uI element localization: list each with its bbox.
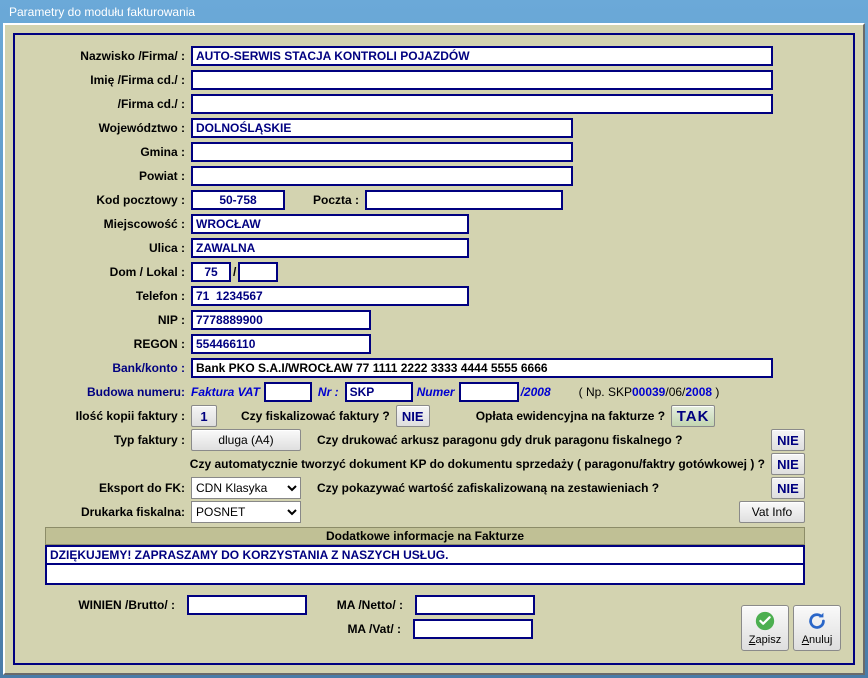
- zapisz-label: Zapisz: [749, 634, 781, 646]
- label-nip: NIP :: [45, 313, 191, 327]
- form-panel: Nazwisko /Firma/ : Imię /Firma cd./ : /F…: [13, 33, 855, 665]
- telefon-input[interactable]: [191, 286, 469, 306]
- dom-input[interactable]: [191, 262, 231, 282]
- miejsc-input[interactable]: [191, 214, 469, 234]
- numer-input[interactable]: [459, 382, 519, 402]
- label-firma-cd: /Firma cd./ :: [45, 97, 191, 111]
- label-telefon: Telefon :: [45, 289, 191, 303]
- label-typ: Typ faktury :: [45, 433, 191, 447]
- label-powiat: Powiat :: [45, 169, 191, 183]
- zapisz-button[interactable]: Zapisz: [741, 605, 789, 651]
- label-manetto: MA /Netto/ :: [313, 598, 409, 612]
- label-slash: /: [231, 265, 238, 279]
- note2-input[interactable]: [45, 565, 805, 585]
- manetto-input[interactable]: [415, 595, 535, 615]
- bank-input[interactable]: [191, 358, 773, 378]
- label-regon: REGON :: [45, 337, 191, 351]
- label-numer: Numer: [413, 385, 459, 399]
- label-mavat: MA /Vat/ :: [311, 622, 407, 636]
- anuluj-button[interactable]: Anuluj: [793, 605, 841, 651]
- paragon-toggle[interactable]: NIE: [771, 429, 805, 451]
- imie-input[interactable]: [191, 70, 773, 90]
- nazwisko-input[interactable]: [191, 46, 773, 66]
- kod-input[interactable]: [191, 190, 285, 210]
- wojewodztwo-input[interactable]: [191, 118, 573, 138]
- typ-faktury-button[interactable]: dluga (A4): [191, 429, 301, 451]
- label-oplata-q: Opłata ewidencyjna na fakturze ?: [470, 409, 671, 423]
- note1-input[interactable]: [45, 545, 805, 565]
- app-window: Parametry do modułu fakturowania Nazwisk…: [0, 0, 868, 678]
- label-nazwisko: Nazwisko /Firma/ :: [45, 49, 191, 63]
- label-kp-q: Czy automatycznie tworzyć dokument KP do…: [45, 457, 771, 471]
- window-title: Parametry do modułu fakturowania: [3, 3, 865, 23]
- label-poczta: Poczta :: [285, 193, 365, 207]
- budowa-prefix-input[interactable]: [264, 382, 312, 402]
- kp-toggle[interactable]: NIE: [771, 453, 805, 475]
- label-bank: Bank/konto :: [45, 361, 191, 375]
- label-rok: /2008: [519, 385, 551, 399]
- label-wojewodztwo: Województwo :: [45, 121, 191, 135]
- label-zestaw-q: Czy pokazywać wartość zafiskalizowaną na…: [311, 481, 771, 495]
- firma-cd-input[interactable]: [191, 94, 773, 114]
- regon-input[interactable]: [191, 334, 371, 354]
- label-miejsc: Miejscowość :: [45, 217, 191, 231]
- dodatkowe-header: Dodatkowe informacje na Fakturze: [45, 527, 805, 545]
- fiskal-toggle[interactable]: NIE: [396, 405, 430, 427]
- lokal-input[interactable]: [238, 262, 278, 282]
- eksport-fk-select[interactable]: CDN Klasyka: [191, 477, 301, 499]
- label-nr: Nr :: [312, 385, 345, 399]
- oplata-toggle[interactable]: TAK: [671, 405, 715, 427]
- label-gmina: Gmina :: [45, 145, 191, 159]
- winien-input[interactable]: [187, 595, 307, 615]
- zestaw-toggle[interactable]: NIE: [771, 477, 805, 499]
- label-imie: Imię /Firma cd./ :: [45, 73, 191, 87]
- powiat-input[interactable]: [191, 166, 573, 186]
- label-faktura-vat: Faktura VAT: [191, 385, 264, 399]
- label-ulica: Ulica :: [45, 241, 191, 255]
- np-example: ( Np. SKP00039/06/2008 ): [579, 385, 720, 399]
- frame: Nazwisko /Firma/ : Imię /Firma cd./ : /F…: [3, 23, 865, 675]
- label-eksport: Eksport do FK:: [45, 481, 191, 495]
- label-dom: Dom / Lokal :: [45, 265, 191, 279]
- anuluj-label: Anuluj: [802, 634, 833, 646]
- mavat-input[interactable]: [413, 619, 533, 639]
- nr-input[interactable]: [345, 382, 413, 402]
- nip-input[interactable]: [191, 310, 371, 330]
- ilosc-kopii-toggle[interactable]: 1: [191, 405, 217, 427]
- label-fiskal-q: Czy fiskalizować faktury ?: [235, 409, 396, 423]
- label-winien: WINIEN /Brutto/ :: [45, 598, 181, 612]
- drukarka-select[interactable]: POSNET: [191, 501, 301, 523]
- label-budowa: Budowa numeru:: [45, 385, 191, 399]
- vatinfo-button[interactable]: Vat Info: [739, 501, 805, 523]
- label-kod: Kod pocztowy :: [45, 193, 191, 207]
- gmina-input[interactable]: [191, 142, 573, 162]
- check-icon: [754, 610, 776, 632]
- label-drukarka: Drukarka fiskalna:: [45, 505, 191, 519]
- label-ilosc: Ilość kopii faktury :: [45, 409, 191, 423]
- undo-icon: [806, 610, 828, 632]
- label-paragon-q: Czy drukować arkusz paragonu gdy druk pa…: [311, 433, 771, 447]
- ulica-input[interactable]: [191, 238, 469, 258]
- poczta-input[interactable]: [365, 190, 563, 210]
